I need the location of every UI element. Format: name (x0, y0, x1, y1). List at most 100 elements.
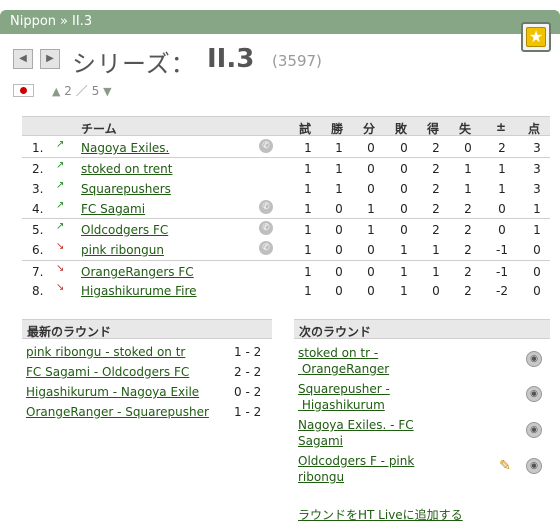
mobile-icon[interactable]: ✆ (259, 241, 273, 255)
japan-flag-icon[interactable] (13, 84, 34, 97)
next-match-link[interactable]: Oldcodgers F - pink ribongu (298, 454, 414, 484)
division-pager: ▲ 2 ／ 5 ▼ (52, 82, 112, 99)
row-lost: 0 (400, 223, 408, 237)
row-lost: 0 (400, 141, 408, 155)
team-link[interactable]: Oldcodgers FC (81, 223, 168, 237)
breadcrumb-league[interactable]: II.3 (72, 14, 92, 29)
mobile-icon[interactable]: ✆ (259, 200, 273, 214)
table-row: 5. ↗ Oldcodgers FC ✆ 1 0 1 0 2 2 0 1 (22, 218, 550, 238)
add-to-ht-live-link[interactable]: ラウンドをHT Liveに追加する (298, 506, 463, 523)
match-preview-icon[interactable]: ◉ (526, 458, 542, 474)
row-points: 3 (533, 141, 541, 155)
pager-current: 2 (64, 84, 72, 98)
row-diff: 2 (498, 141, 506, 155)
trend-down-icon: ↘ (56, 263, 65, 274)
latest-match: OrangeRanger - Squarepusher 1 - 2 (26, 405, 272, 419)
match-link[interactable]: pink ribongu - stoked on tr (26, 345, 185, 359)
match-score: 0 - 2 (234, 385, 262, 399)
match-link[interactable]: Higashikurum - Nagoya Exile (26, 385, 199, 399)
standings-header: チーム 試 勝 分 敗 得 失 ± 点 (22, 116, 550, 136)
col-points: 点 (528, 122, 541, 136)
mobile-icon[interactable]: ✆ (259, 139, 273, 153)
col-ga: 失 (459, 122, 472, 136)
match-link[interactable]: OrangeRanger - Squarepusher (26, 405, 209, 419)
row-ga: 2 (464, 202, 472, 216)
row-played: 1 (304, 284, 312, 298)
trend-down-icon: ↘ (56, 282, 65, 293)
row-diff: -2 (496, 284, 508, 298)
row-played: 1 (304, 223, 312, 237)
team-link[interactable]: stoked on trent (81, 162, 172, 176)
row-diff: 1 (498, 182, 506, 196)
row-lost: 0 (400, 182, 408, 196)
row-team: stoked on trent (81, 162, 172, 176)
match-preview-icon[interactable]: ◉ (526, 386, 542, 402)
match-preview-icon[interactable]: ◉ (526, 422, 542, 438)
row-ga: 2 (464, 223, 472, 237)
row-gf: 2 (432, 202, 440, 216)
row-lost: 1 (400, 243, 408, 257)
row-won: 1 (335, 141, 343, 155)
col-diff: ± (496, 120, 507, 134)
row-lost: 0 (400, 162, 408, 176)
team-link[interactable]: Nagoya Exiles. (81, 141, 169, 155)
row-won: 1 (335, 162, 343, 176)
favorite-star-button[interactable]: ★ (521, 22, 551, 52)
next-match-link[interactable]: Squarepusher - Higashikurum (298, 382, 390, 412)
row-lost: 1 (400, 265, 408, 279)
row-played: 1 (304, 141, 312, 155)
league-id: (3597) (272, 52, 322, 70)
match-preview-icon[interactable]: ◉ (526, 351, 542, 367)
next-match-line2: Sagami (298, 434, 343, 448)
prev-series-button[interactable]: ◀ (13, 49, 33, 69)
table-row: 1. ↗ Nagoya Exiles. ✆ 1 1 0 0 2 0 2 3 (22, 137, 550, 157)
latest-round-header: 最新のラウンド (22, 319, 272, 339)
row-diff: 0 (498, 223, 506, 237)
row-pos: 3. (32, 182, 44, 196)
next-match: Oldcodgers F - pink ribongu (298, 453, 438, 485)
down-division-icon[interactable]: ▼ (103, 85, 111, 98)
star-icon: ★ (526, 27, 546, 47)
row-pos: 4. (32, 202, 44, 216)
breadcrumb-country[interactable]: Nippon (10, 14, 56, 29)
latest-match: Higashikurum - Nagoya Exile 0 - 2 (26, 385, 272, 399)
next-match-link[interactable]: Nagoya Exiles. - FC Sagami (298, 418, 414, 448)
row-draw: 1 (367, 202, 375, 216)
mobile-icon[interactable]: ✆ (259, 221, 273, 235)
pencil-icon[interactable]: ✎ (497, 458, 513, 474)
match-score: 1 - 2 (234, 405, 262, 419)
match-link[interactable]: FC Sagami - Oldcodgers FC (26, 365, 189, 379)
next-match-link[interactable]: stoked on tr - OrangeRanger (298, 346, 389, 376)
row-diff: 1 (498, 162, 506, 176)
up-division-icon[interactable]: ▲ (52, 85, 60, 98)
team-link[interactable]: Squarepushers (81, 182, 171, 196)
row-points: 1 (533, 223, 541, 237)
next-arrow-icon: ▶ (46, 53, 54, 64)
team-link[interactable]: pink ribongun (81, 243, 164, 257)
breadcrumb-separator: » (60, 14, 69, 29)
row-gf: 1 (432, 265, 440, 279)
trend-up-icon: ↗ (56, 139, 65, 150)
row-played: 1 (304, 162, 312, 176)
row-ga: 2 (464, 284, 472, 298)
trend-up-icon: ↗ (56, 221, 65, 232)
trend-down-icon: ↘ (56, 241, 65, 252)
row-draw: 0 (367, 182, 375, 196)
row-pos: 1. (32, 141, 44, 155)
next-match: stoked on tr - OrangeRanger (298, 345, 438, 377)
next-series-button[interactable]: ▶ (40, 49, 60, 69)
row-pos: 2. (32, 162, 44, 176)
next-match-line2: OrangeRanger (301, 362, 390, 376)
row-points: 0 (533, 265, 541, 279)
col-draw: 分 (363, 122, 376, 136)
row-gf: 0 (432, 284, 440, 298)
row-won: 0 (335, 223, 343, 237)
next-match-line1: Nagoya Exiles. - FC (298, 418, 414, 432)
team-link[interactable]: OrangeRangers FC (81, 265, 194, 279)
row-ga: 1 (464, 182, 472, 196)
row-gf: 2 (432, 162, 440, 176)
team-link[interactable]: Higashikurume Fire (81, 284, 197, 298)
row-won: 0 (335, 202, 343, 216)
team-link[interactable]: FC Sagami (81, 202, 145, 216)
col-lost: 敗 (395, 122, 408, 136)
